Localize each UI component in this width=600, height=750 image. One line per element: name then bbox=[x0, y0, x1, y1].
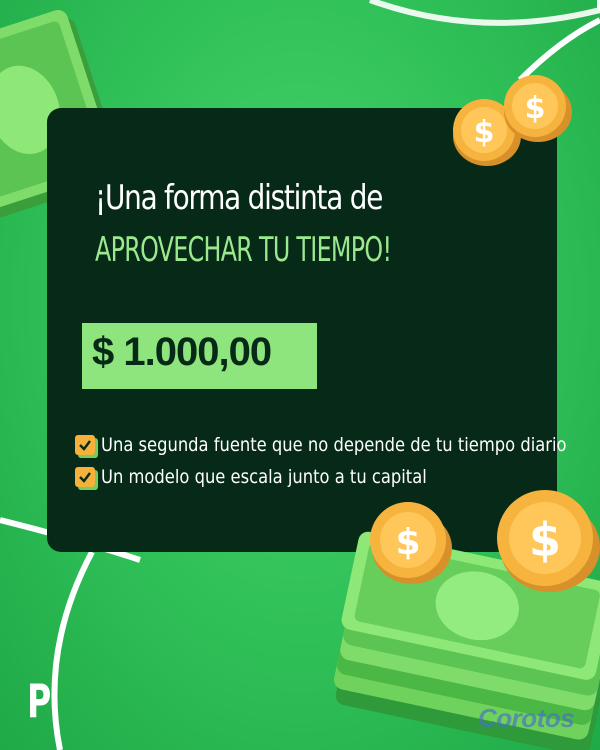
watermark: Corotos bbox=[478, 703, 575, 733]
coin-icon: $ $ bbox=[370, 490, 600, 592]
brand-logo: P bbox=[27, 674, 52, 728]
promo-poster: ¡Una forma distinta de APROVECHAR TU TIE… bbox=[0, 0, 600, 750]
svg-text:$: $ bbox=[529, 513, 561, 567]
svg-text:$: $ bbox=[395, 522, 420, 563]
